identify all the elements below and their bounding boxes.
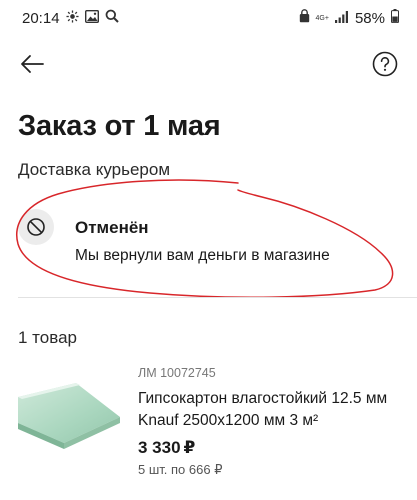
image-icon	[84, 9, 99, 27]
section-divider	[18, 297, 417, 298]
question-circle-icon	[372, 51, 398, 77]
status-description: Мы вернули вам деньги в магазине	[75, 247, 330, 264]
lock-icon	[299, 9, 310, 27]
product-item[interactable]: ЛМ 10072745 Гипсокартон влагостойкий 12.…	[18, 366, 417, 486]
help-button[interactable]	[371, 50, 399, 78]
status-icon-container	[18, 209, 54, 245]
page-title: Заказ от 1 мая	[18, 110, 221, 142]
status-bar-left: 20:14	[22, 9, 119, 27]
status-bar: 20:14 4G+ 58%	[0, 0, 417, 36]
status-time: 20:14	[22, 9, 60, 27]
product-price-value: 3 330	[138, 438, 181, 457]
delivery-method: Доставка курьером	[18, 160, 171, 179]
battery-percent: 58%	[354, 9, 385, 27]
network-type: 4G+	[315, 14, 329, 22]
signal-icon	[334, 10, 349, 27]
product-image[interactable]	[18, 383, 120, 449]
ban-icon	[27, 218, 45, 236]
product-price: 3 330 ₽	[138, 438, 195, 458]
status-title: Отменён	[75, 218, 149, 237]
order-status-card: Отменён Мы вернули вам деньги в магазине	[18, 205, 398, 275]
status-bar-right: 4G+ 58%	[299, 9, 399, 27]
back-button[interactable]	[16, 50, 48, 78]
search-icon	[105, 9, 119, 27]
top-app-bar	[0, 46, 417, 82]
product-price-currency: ₽	[183, 438, 196, 457]
battery-icon	[391, 9, 399, 27]
product-name[interactable]: Гипсокартон влагостойкий 12.5 мм Knauf 2…	[138, 388, 398, 432]
sun-icon	[66, 9, 79, 27]
product-sku: ЛМ 10072745	[138, 366, 216, 380]
arrow-left-icon	[21, 55, 44, 73]
items-count: 1 товар	[18, 328, 77, 347]
product-quantity: 5 шт. по 666 ₽	[138, 462, 223, 477]
